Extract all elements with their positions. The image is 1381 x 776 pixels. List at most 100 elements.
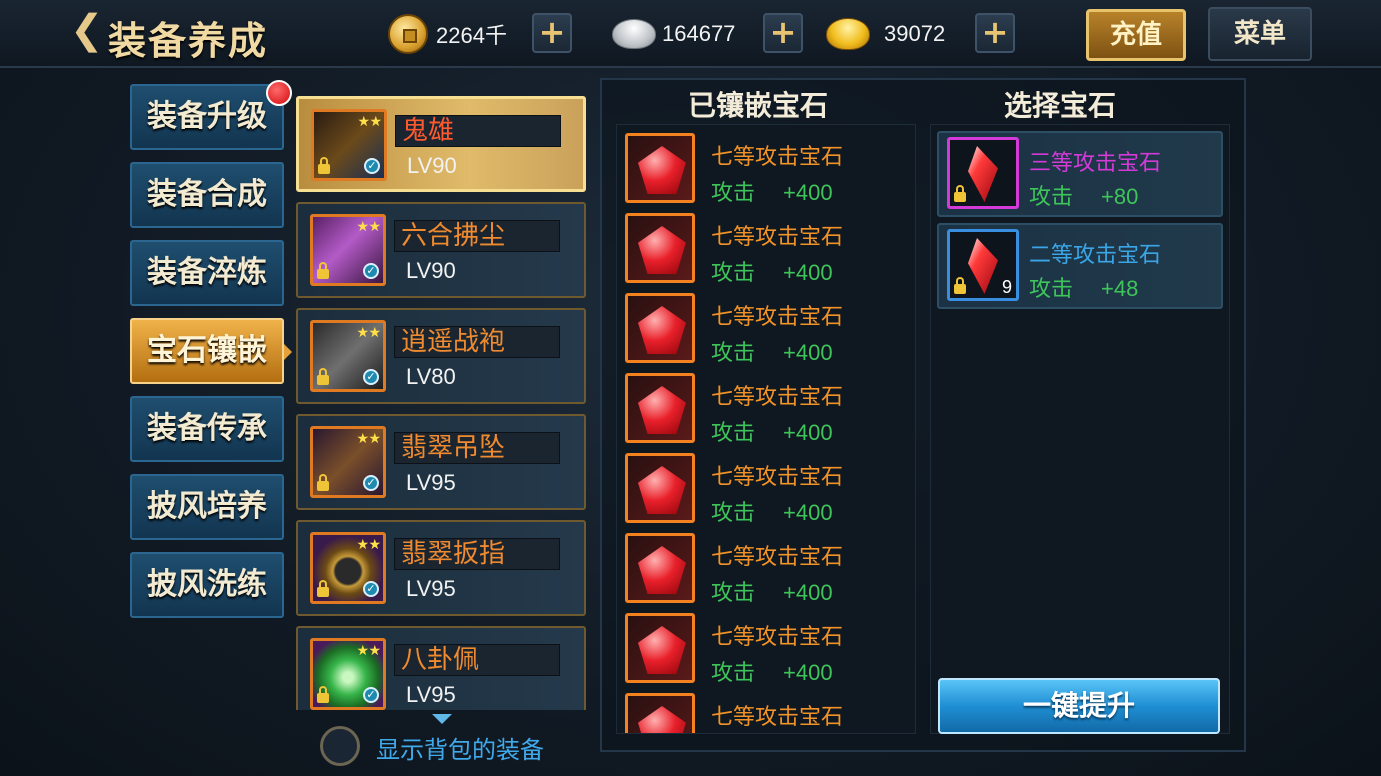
red-gem-icon <box>638 466 686 514</box>
gem-name: 七等攻击宝石 <box>711 305 844 330</box>
equipment-level: LV95 <box>406 470 456 495</box>
gem-frame <box>625 373 695 443</box>
gem-name: 七等攻击宝石 <box>711 465 844 490</box>
embedded-gem[interactable]: 七等攻击宝石 攻击 +400 <box>625 533 905 606</box>
menu-button[interactable]: 菜单 <box>1208 7 1312 61</box>
show-bag-toggle[interactable] <box>320 726 360 766</box>
equipment-name: 八卦佩 <box>394 644 560 676</box>
gem-attr: 攻击 +400 <box>711 660 833 686</box>
one-click-upgrade-button[interactable]: 一键提升 <box>938 678 1220 734</box>
gem-frame <box>625 453 695 523</box>
gem-attr: 攻击 +400 <box>711 260 833 286</box>
check-icon: ✓ <box>363 369 379 385</box>
gem-frame <box>625 213 695 283</box>
equipment-level: LV95 <box>406 576 456 601</box>
check-icon: ✓ <box>363 263 379 279</box>
gem-name: 七等攻击宝石 <box>711 145 844 170</box>
equipment-name: 鬼雄 <box>395 115 561 147</box>
equipment-level: LV80 <box>406 364 456 389</box>
select-gem-item[interactable]: 9 二等攻击宝石 攻击 +48 <box>937 223 1223 309</box>
gem-name: 七等攻击宝石 <box>711 705 844 730</box>
pendant-icon: ★ ★ ✓ <box>310 426 386 498</box>
equipment-name: 六合拂尘 <box>394 220 560 252</box>
select-gem-list: 三等攻击宝石 攻击 +80 9 二等攻击宝石 攻击 +48 <box>930 124 1230 734</box>
coin-icon <box>388 14 428 54</box>
equipment-name: 翡翠吊坠 <box>394 432 560 464</box>
red-gem-icon <box>638 226 686 274</box>
bagua-jade-icon: ★ ★ ✓ <box>310 638 386 710</box>
red-gem-icon <box>638 626 686 674</box>
lock-icon <box>954 277 966 294</box>
select-gem-item[interactable]: 三等攻击宝石 攻击 +80 <box>937 131 1223 217</box>
equipment-level: LV90 <box>406 258 456 283</box>
embedded-gem[interactable]: 七等攻击宝石 攻击 +400 <box>625 453 905 526</box>
recharge-button[interactable]: 充值 <box>1086 9 1186 61</box>
scroll-down-icon[interactable] <box>432 714 452 724</box>
gold-ingot-icon <box>826 18 870 50</box>
add-gold-button[interactable]: + <box>975 13 1015 53</box>
equipment-item[interactable]: ★ ★ ✓ 翡翠吊坠 LV95 <box>296 414 586 510</box>
gem-attr: 攻击 +48 <box>1029 276 1139 302</box>
embedded-title: 已镶嵌宝石 <box>688 89 829 122</box>
nav-equip-synthesis[interactable]: 装备合成 <box>130 162 284 228</box>
gem-attr: 攻击 +400 <box>711 340 833 366</box>
red-gem-icon <box>638 546 686 594</box>
gem-frame <box>625 293 695 363</box>
add-silver-button[interactable]: + <box>763 13 803 53</box>
equipment-item[interactable]: ★ ★ ✓ 逍遥战袍 LV80 <box>296 308 586 404</box>
embedded-gem[interactable]: 七等攻击宝石 <box>625 693 905 733</box>
embedded-gem[interactable]: 七等攻击宝石 攻击 +400 <box>625 373 905 446</box>
red-crystal-icon <box>968 238 998 294</box>
equipment-item[interactable]: ★ ★ ✓ 翡翠扳指 LV95 <box>296 520 586 616</box>
gem-name: 七等攻击宝石 <box>711 625 844 650</box>
lock-icon <box>317 368 329 385</box>
gem-name: 七等攻击宝石 <box>711 385 844 410</box>
embedded-gem[interactable]: 七等攻击宝石 攻击 +400 <box>625 293 905 366</box>
check-icon: ✓ <box>363 687 379 703</box>
gem-frame: 9 <box>947 229 1019 301</box>
equipment-item[interactable]: ★ ★ ✓ 鬼雄 LV90 <box>296 96 586 192</box>
check-icon: ✓ <box>363 581 379 597</box>
select-title: 选择宝石 <box>1004 89 1117 122</box>
red-gem-icon <box>638 386 686 434</box>
nav-gem-inlay[interactable]: 宝石镶嵌 <box>130 318 292 384</box>
embedded-gem-list: 七等攻击宝石 攻击 +400 七等攻击宝石 攻击 +400 七等攻击宝石 攻击 +40… <box>616 124 916 734</box>
coin-value: 2264千 <box>436 23 507 48</box>
red-gem-icon <box>638 146 686 194</box>
equipment-item[interactable]: ★ ★ ✓ 六合拂尘 LV90 <box>296 202 586 298</box>
equipment-level: LV90 <box>407 153 457 178</box>
gem-frame <box>625 533 695 603</box>
embedded-gem[interactable]: 七等攻击宝石 攻击 +400 <box>625 133 905 206</box>
red-crystal-icon <box>968 146 998 202</box>
equipment-name: 逍遥战袍 <box>394 326 560 358</box>
nav-equip-upgrade[interactable]: 装备升级 <box>130 84 284 150</box>
gold-value: 39072 <box>884 21 946 46</box>
lock-icon <box>317 686 329 703</box>
nav-equip-inherit[interactable]: 装备传承 <box>130 396 284 462</box>
back-arrow-icon[interactable]: ❮ <box>70 10 104 50</box>
nav-cloak-wash[interactable]: 披风洗练 <box>130 552 284 618</box>
top-bar: ❮ 装备养成 2264千 + 164677 + 39072 + 充值 菜单 <box>0 0 1381 68</box>
check-icon: ✓ <box>364 158 380 174</box>
whisk-icon: ★ ★ ✓ <box>310 214 386 286</box>
gem-attr: 攻击 +400 <box>711 580 833 606</box>
show-bag-label: 显示背包的装备 <box>376 736 544 764</box>
gold-currency: 39072 <box>826 14 945 54</box>
gem-name: 七等攻击宝石 <box>711 225 844 250</box>
gem-attr: 攻击 +400 <box>711 420 833 446</box>
embedded-gem[interactable]: 七等攻击宝石 攻击 +400 <box>625 213 905 286</box>
lock-icon <box>318 157 330 174</box>
nav-equip-refine[interactable]: 装备淬炼 <box>130 240 284 306</box>
add-coin-button[interactable]: + <box>532 13 572 53</box>
red-gem-icon <box>638 306 686 354</box>
nav-cloak-train[interactable]: 披风培养 <box>130 474 284 540</box>
gem-frame <box>947 137 1019 209</box>
embedded-gem[interactable]: 七等攻击宝石 攻击 +400 <box>625 613 905 686</box>
red-gem-icon <box>638 706 686 733</box>
check-icon: ✓ <box>363 475 379 491</box>
equipment-item[interactable]: ★ ★ ✓ 八卦佩 LV95 <box>296 626 586 710</box>
gem-count: 9 <box>1001 277 1012 297</box>
gem-attr: 攻击 +400 <box>711 180 833 206</box>
equipment-level: LV95 <box>406 682 456 707</box>
gem-attr: 攻击 +400 <box>711 500 833 526</box>
